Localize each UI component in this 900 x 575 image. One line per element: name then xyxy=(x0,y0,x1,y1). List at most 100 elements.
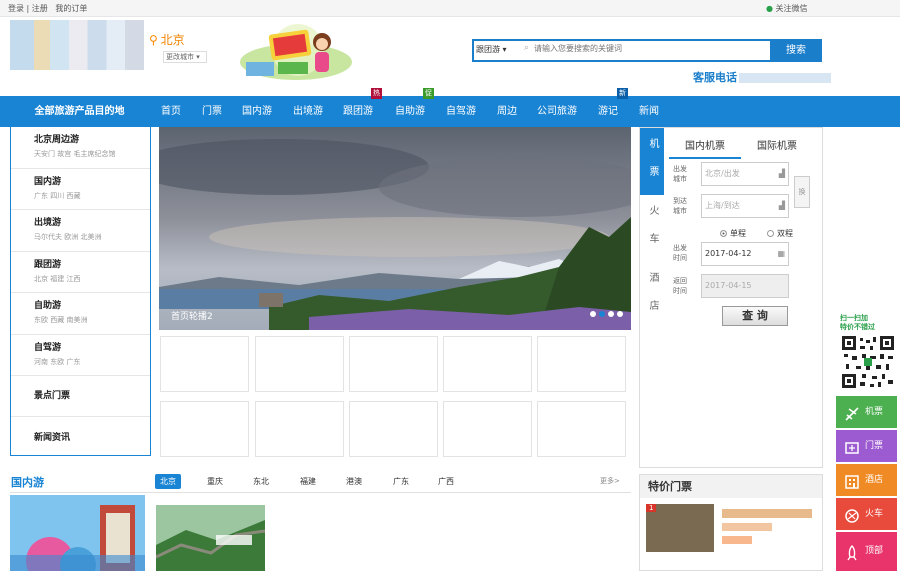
nav-group-tour-label: 跟团游 xyxy=(343,106,373,117)
radio-checked-icon xyxy=(720,230,727,237)
from-city-input[interactable]: 北京/出发 ▟ xyxy=(701,162,789,186)
feature-thumb[interactable] xyxy=(160,401,249,457)
oneway-label: 单程 xyxy=(730,229,746,238)
feature-thumb[interactable] xyxy=(537,336,626,392)
query-button[interactable]: 查 询 xyxy=(722,306,788,326)
nav-company-travel[interactable]: 公司旅游 xyxy=(537,96,577,127)
more-link[interactable]: 更多> xyxy=(600,476,620,486)
float-ticket-button[interactable]: 门票 xyxy=(836,430,897,462)
back-to-top-button[interactable]: 顶部 xyxy=(836,532,897,571)
carousel-dot[interactable] xyxy=(590,311,596,317)
search-box: 跟团游 ▾ ⌕ 搜索 xyxy=(472,39,822,62)
from-city-label: 出发 城市 xyxy=(673,165,687,183)
tab-domestic-flight[interactable]: 国内机票 xyxy=(669,137,741,159)
nav-self-drive[interactable]: 自驾游 xyxy=(446,96,476,127)
service-hotline: 客服电话 xyxy=(693,69,831,85)
feature-thumb[interactable] xyxy=(255,401,344,457)
sidebar-item-sub: 北京 福建 江西 xyxy=(34,275,81,283)
float-hotel-label: 酒店 xyxy=(865,475,884,485)
top-bar: 登录 | 注册 我的订单 ● 关注微信 xyxy=(0,0,900,17)
tab-train[interactable]: 火车 xyxy=(640,195,664,262)
sidebar-item-title: 自驾游 xyxy=(34,343,62,353)
tab-gangao[interactable]: 港澳 xyxy=(341,474,367,489)
sidebar-item-attraction-tickets[interactable]: 景点门票 xyxy=(11,376,150,417)
nav-nearby[interactable]: 周边 xyxy=(497,96,517,127)
roundtrip-radio[interactable]: 双程 xyxy=(767,228,793,239)
special-ticket-info-blurred[interactable] xyxy=(722,507,822,544)
special-tickets-panel: 特价门票 1 xyxy=(639,474,823,571)
radio-unchecked-icon xyxy=(767,230,774,237)
special-ticket-image[interactable]: 1 xyxy=(646,504,714,552)
great-wall-image[interactable] xyxy=(156,505,265,571)
search-button[interactable]: 搜索 xyxy=(770,39,822,62)
tab-international-flight[interactable]: 国际机票 xyxy=(741,137,813,157)
promo-banner[interactable] xyxy=(236,22,354,84)
calendar-icon: ▦ xyxy=(777,249,785,258)
return-date-input[interactable]: 2017-04-15 xyxy=(701,274,789,298)
tab-chongqing[interactable]: 重庆 xyxy=(202,474,228,489)
search-category-select[interactable]: 跟团游 ▾ xyxy=(476,44,520,55)
sidebar-item-outbound[interactable]: 出境游 马尔代夫 欧洲 北美洲 xyxy=(11,210,150,252)
domestic-section-title: 国内游 xyxy=(11,476,44,489)
location-selector[interactable]: ⚲ 北京 更改城市 ▾ xyxy=(149,31,207,63)
float-train-button[interactable]: 火车 xyxy=(836,498,897,530)
feature-thumb[interactable] xyxy=(255,336,344,392)
all-destinations-menu[interactable]: 全部旅游产品目的地 xyxy=(10,96,149,127)
carousel-dot-active[interactable] xyxy=(599,311,605,317)
change-city-button[interactable]: 更改城市 ▾ xyxy=(163,51,207,63)
site-logo[interactable] xyxy=(10,20,144,70)
swap-cities-button[interactable]: 换 xyxy=(794,176,810,208)
location-pin-icon: ⚲ xyxy=(149,33,158,47)
tab-guangdong[interactable]: 广东 xyxy=(388,474,414,489)
tab-fujian[interactable]: 福建 xyxy=(295,474,321,489)
float-flight-button[interactable]: 机票 xyxy=(836,396,897,428)
sidebar-item-news[interactable]: 新闻资讯 xyxy=(11,417,150,456)
float-ticket-label: 门票 xyxy=(865,441,884,451)
wechat-follow-link[interactable]: ● 关注微信 xyxy=(766,3,808,14)
nav-outbound[interactable]: 出境游 xyxy=(293,96,323,127)
tab-dongbei[interactable]: 东北 xyxy=(248,474,274,489)
carousel-dot[interactable] xyxy=(617,311,623,317)
my-orders-link[interactable]: 我的订单 xyxy=(55,4,87,13)
depart-date-value: 2017-04-12 xyxy=(705,249,752,258)
nav-travelogue[interactable]: 游记 新 xyxy=(598,88,628,127)
feature-thumb[interactable] xyxy=(443,336,532,392)
float-hotel-button[interactable]: 酒店 xyxy=(836,464,897,496)
hero-carousel[interactable]: 首页轮播2 xyxy=(159,127,631,330)
tab-beijing[interactable]: 北京 xyxy=(155,474,181,489)
nav-news[interactable]: 新闻 xyxy=(639,96,659,127)
sidebar-item-title: 跟团游 xyxy=(34,260,62,270)
to-city-input[interactable]: 上海/到达 ▟ xyxy=(701,194,789,218)
hotline-number-blurred xyxy=(739,73,831,83)
sidebar-item-domestic[interactable]: 国内游 广东 四川 西藏 xyxy=(11,169,150,210)
feature-thumb[interactable] xyxy=(443,401,532,457)
nav-group-tour[interactable]: 跟团游 热 xyxy=(343,88,382,127)
search-input[interactable] xyxy=(534,44,770,53)
sidebar-item-group-tour[interactable]: 跟团游 北京 福建 江西 xyxy=(11,252,150,293)
feature-thumb[interactable] xyxy=(160,336,249,392)
depart-date-input[interactable]: 2017-04-12 ▦ xyxy=(701,242,789,266)
tab-flight[interactable]: 机票 xyxy=(640,128,664,195)
nav-tickets[interactable]: 门票 xyxy=(202,96,222,127)
nav-travelogue-label: 游记 xyxy=(598,106,618,117)
float-train-label: 火车 xyxy=(865,509,884,519)
sidebar-item-sub: 河南 东欧 广东 xyxy=(34,358,81,366)
tab-hotel[interactable]: 酒店 xyxy=(640,262,664,329)
carousel-dot[interactable] xyxy=(608,311,614,317)
login-register-link[interactable]: 登录 | 注册 xyxy=(8,4,48,13)
train-icon xyxy=(844,506,860,523)
tab-guangxi[interactable]: 广西 xyxy=(433,474,459,489)
oneway-radio[interactable]: 单程 xyxy=(720,228,746,239)
feature-thumb[interactable] xyxy=(537,401,626,457)
sidebar-item-self-drive[interactable]: 自驾游 河南 东欧 广东 xyxy=(11,335,150,376)
current-city: 北京 xyxy=(160,33,185,47)
domestic-feature-image[interactable] xyxy=(10,495,145,571)
sidebar-item-sub: 广东 四川 西藏 xyxy=(34,192,81,200)
nav-self-guided[interactable]: 自助游 促 xyxy=(395,88,434,127)
nav-home[interactable]: 首页 xyxy=(161,96,181,127)
sidebar-item-beijing-nearby[interactable]: 北京周边游 天安门 故宫 毛主席纪念馆 xyxy=(11,127,150,169)
feature-thumb[interactable] xyxy=(349,401,438,457)
feature-thumb[interactable] xyxy=(349,336,438,392)
sidebar-item-self-guided[interactable]: 自助游 东欧 西藏 南美洲 xyxy=(11,293,150,335)
nav-domestic[interactable]: 国内游 xyxy=(242,96,272,127)
